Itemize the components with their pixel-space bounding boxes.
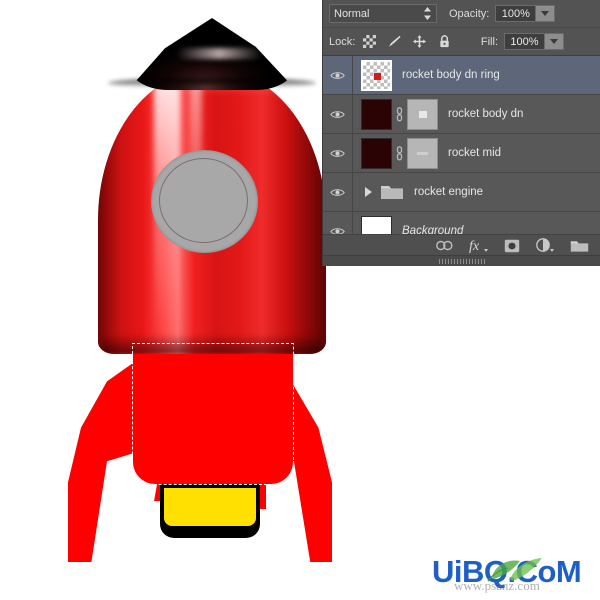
porthole-inner-ring [159,158,248,243]
layer-mask-thumbnail[interactable] [407,98,438,130]
lock-buttons [363,35,451,48]
layer-thumbnail[interactable] [361,137,392,169]
lock-label: Lock: [329,35,356,48]
layer-name[interactable]: rocket body dn [448,108,523,120]
lock-row: Lock: Fill: 100% [323,28,600,56]
chevron-updown-icon [423,7,432,20]
blend-mode-select[interactable]: Normal [329,4,437,23]
selection-marching-ants [132,343,294,485]
chevron-down-icon [550,39,558,44]
layer-visibility-toggle[interactable] [323,134,353,172]
watermark: UiBQ.CoM www.psanz.com [432,552,598,596]
nozzle-yellow-band [164,488,256,526]
group-expand-triangle-icon[interactable] [365,187,372,197]
layer-thumbnail[interactable] [361,59,392,91]
layer-name[interactable]: rocket body dn ring [402,69,500,81]
fill-input[interactable]: 100% [504,33,544,50]
layer-name[interactable]: rocket engine [414,186,483,198]
blend-mode-value: Normal [334,7,370,20]
opacity-input[interactable]: 100% [495,5,536,22]
layer-visibility-toggle[interactable] [323,56,353,94]
rocket-engine-nozzle [154,479,266,538]
layers-panel: Normal Opacity: 100% Lock: Fill: 100% ro… [322,0,600,266]
layer-visibility-toggle[interactable] [323,173,353,211]
layer-name[interactable]: rocket mid [448,147,501,159]
photoshop-canvas: Normal Opacity: 100% Lock: Fill: 100% ro… [0,0,600,600]
layers-panel-toolbar: fx [323,234,600,256]
layer-thumbnails [353,98,438,130]
rocket-porthole [151,150,258,253]
layer-thumbnail[interactable] [361,98,392,130]
opacity-dropdown-button[interactable] [535,5,556,22]
grip-lines-icon [439,258,485,264]
lock-position-icon[interactable] [413,35,427,48]
layer-style-fx-icon[interactable]: fx [469,238,488,253]
spinner-arrows-icon [424,7,431,20]
mask-shape-icon [417,151,428,155]
mask-shape-icon [418,110,427,118]
adjustment-layer-icon[interactable] [536,238,554,253]
layer-mask-thumbnail[interactable] [407,137,438,169]
eye-icon [330,110,345,118]
fill-dropdown-button[interactable] [544,33,564,50]
lock-transparent-pixels-icon[interactable] [363,35,377,48]
eye-icon [330,188,345,196]
layer-thumbnails [353,59,392,91]
opacity-label: Opacity: [449,7,490,20]
mask-link-icon[interactable] [395,145,404,161]
lock-image-pixels-icon[interactable] [388,35,401,48]
chevron-down-icon [541,11,550,16]
layer-row-rocket-engine[interactable]: rocket engine [323,173,600,212]
watermark-subtext: www.psanz.com [454,578,540,593]
rocket-artwork [0,0,340,600]
link-layers-icon[interactable] [436,240,453,251]
svg-text:fx: fx [469,239,480,253]
layer-row-rocket-body-dn[interactable]: rocket body dn [323,95,600,134]
eye-icon [330,71,345,79]
fill-label: Fill: [480,35,498,48]
blend-mode-row: Normal Opacity: 100% [323,0,600,28]
layer-row-rocket-mid[interactable]: rocket mid [323,134,600,173]
nose-cone-shadow-band [108,78,316,88]
opacity-control[interactable]: 100% [495,5,556,22]
folder-icon [381,186,403,199]
layer-row-rocket-body-dn-ring[interactable]: rocket body dn ring [323,56,600,95]
new-group-folder-icon[interactable] [570,239,589,253]
mask-link-icon[interactable] [395,106,404,122]
lock-all-icon[interactable] [438,35,451,48]
fill-control[interactable]: 100% [504,33,564,50]
eye-icon [330,149,345,157]
layer-list: rocket body dn ring rocket body dn rocke… [323,56,600,251]
nose-cone-highlight [176,48,262,59]
thumbnail-content-dot [374,72,381,80]
layer-visibility-toggle[interactable] [323,95,353,133]
add-layer-mask-icon[interactable] [504,239,520,253]
layer-thumbnails [353,137,438,169]
panel-resize-grip[interactable] [323,255,600,266]
